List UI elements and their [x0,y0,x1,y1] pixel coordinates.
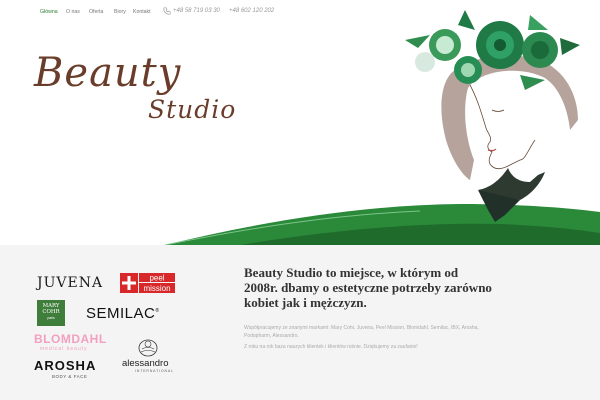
brand-arosha-tagline: BODY & FACE [52,374,88,379]
flower-low-center [461,63,475,77]
about-paragraph-thanks: Z roku na rok baza naszych klientek i kl… [244,344,418,350]
nav-item-o-nas[interactable]: O nas [66,9,80,15]
hero-banner: Beauty Studio [0,0,600,245]
eye-line [491,109,505,112]
nav-item-kontakt[interactable]: Kontakt [133,9,151,15]
registered-mark: ® [155,308,160,314]
leaf-1 [405,35,430,48]
peel-text: peel [149,274,164,283]
nav-item-glowna[interactable]: Główna [40,9,58,15]
about-section: JUVENA peel mission MARY COHR paris SEMI… [0,245,600,400]
phone-icon [163,7,171,15]
lips [487,148,497,152]
flower-pale [415,52,435,72]
logo-beauty[interactable]: Beauty [34,50,181,96]
phone-number-1[interactable]: +48 58 719 03 30 [173,8,220,14]
brand-blomdahl-tagline: medical beauty [40,346,88,352]
brand-logo-arosha: AROSHA [34,358,97,373]
hero-artwork [164,10,600,245]
mission-text: mission [143,284,170,293]
flower-main-core [494,39,506,51]
face-outline [469,84,536,170]
leaf-4 [560,38,580,55]
brand-logo-juvena: JUVENA [37,275,104,291]
flower-bud-center [436,36,454,54]
phone-number-2[interactable]: +48 602 120 202 [229,8,274,14]
leaf-5 [520,75,545,90]
about-heading: Beauty Studio to miejsce, w którym od 20… [244,265,492,310]
semilac-text: SEMILAC [86,305,156,322]
brand-alessandro-tagline: INTERNATIONAL [135,369,174,373]
flower-right-core [531,41,549,59]
brand-logo-alessandro: alessandro [122,358,169,369]
brand-logo-blomdahl: BLOMDAHL [34,332,107,346]
brand-logo-mary-cohr: MARY COHR paris [37,300,65,326]
nav-item-biory[interactable]: Biory [114,9,126,15]
nav-item-oferta[interactable]: Oferta [89,9,103,15]
about-paragraph-partners: Współpracujemy ze znanymi markami: Mary … [244,325,479,339]
logo-studio[interactable]: Studio [148,95,236,124]
brand-logo-peel-mission: peel mission [120,273,175,293]
mary-cohr-sub: paris [47,316,55,320]
top-navigation: Główna O nas Oferta Biory Kontakt +48 58… [0,0,600,22]
brand-logo-semilac: SEMILAC® [86,305,160,322]
alessandro-emblem-icon [138,339,158,357]
